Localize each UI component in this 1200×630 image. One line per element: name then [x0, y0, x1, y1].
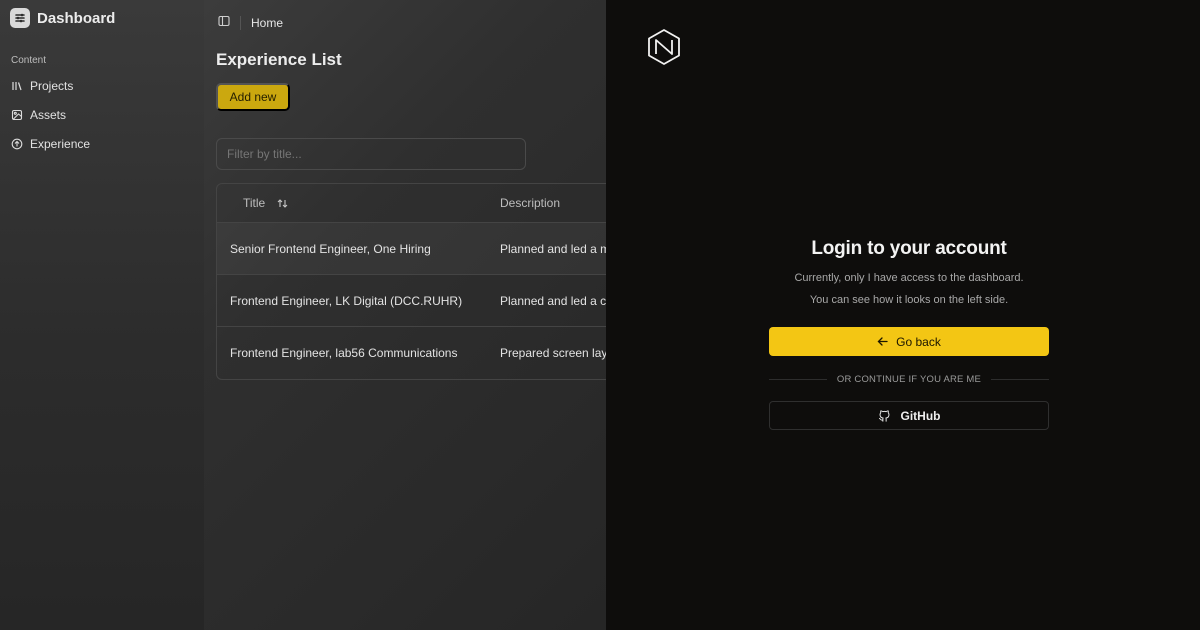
topbar: Home: [218, 14, 283, 32]
sidebar-section-label: Content: [11, 55, 47, 66]
login-panel: Login to your account Currently, only I …: [606, 0, 1200, 630]
brand-title: Dashboard: [37, 9, 116, 27]
brand[interactable]: Dashboard: [10, 8, 115, 28]
sort-arrows-icon: [277, 198, 288, 208]
breadcrumb[interactable]: Home: [251, 16, 283, 30]
cell-title: Frontend Engineer, LK Digital (DCC.RUHR): [230, 293, 463, 308]
sidebar-item-label: Assets: [30, 108, 67, 122]
github-icon: [878, 410, 889, 422]
go-back-label: Go back: [896, 334, 941, 349]
dashboard-icon: [10, 8, 30, 28]
divider-text: OR CONTINUE IF YOU ARE ME: [836, 374, 982, 385]
add-new-button[interactable]: Add new: [216, 83, 290, 111]
table-row[interactable]: Senior Frontend Engineer, One Hiring Pla…: [217, 223, 606, 275]
hexagon-logo-icon: [648, 29, 680, 65]
library-icon: [12, 82, 22, 91]
table-row[interactable]: Frontend Engineer, lab56 Communications …: [217, 327, 606, 379]
filter-input[interactable]: [216, 138, 526, 170]
login-subtitle: Currently, only I have access to the das…: [769, 267, 1049, 311]
arrow-left-icon: [877, 337, 888, 346]
table-header: Title Description: [217, 184, 606, 223]
sidebar-item-experience[interactable]: Experience: [11, 137, 90, 151]
sidebar-item-projects[interactable]: Projects: [11, 79, 73, 93]
divider-line: [769, 379, 827, 380]
cell-title: Frontend Engineer, lab56 Communications: [230, 346, 458, 360]
panel-left-icon[interactable]: [218, 14, 230, 32]
github-login-button[interactable]: GitHub: [769, 401, 1049, 430]
login-title: Login to your account: [811, 238, 1007, 259]
image-icon: [11, 109, 23, 121]
topbar-separator: [240, 16, 241, 30]
login-card: Login to your account Currently, only I …: [769, 238, 1049, 430]
cell-title: Senior Frontend Engineer, One Hiring: [230, 241, 431, 256]
go-back-button[interactable]: Go back: [769, 327, 1049, 356]
main-content: Home Experience List Add new Title Descr…: [204, 0, 606, 630]
page-title: Experience List: [216, 50, 342, 69]
cell-description: Planned and led a m: [500, 241, 606, 256]
sidebar-item-label: Projects: [30, 79, 74, 93]
column-title[interactable]: Title: [217, 196, 500, 210]
login-subtitle-line2: You can see how it looks on the left sid…: [809, 294, 1009, 306]
dashboard-preview: Dashboard Content Projects Assets Experi…: [0, 0, 606, 630]
cell-description: Planned and led a c: [500, 293, 606, 308]
sidebar-item-assets[interactable]: Assets: [11, 108, 66, 122]
experience-table: Title Description Senior Frontend Engine…: [216, 183, 606, 380]
column-description: Description: [500, 196, 561, 210]
cell-description: Prepared screen lay: [500, 346, 606, 360]
column-title-label: Title: [243, 196, 266, 210]
login-subtitle-line1: Currently, only I have access to the das…: [794, 272, 1024, 284]
arrow-up-circle-icon: [11, 138, 23, 150]
sidebar-item-label: Experience: [30, 137, 91, 151]
table-row[interactable]: Frontend Engineer, LK Digital (DCC.RUHR)…: [217, 275, 606, 327]
sidebar: Dashboard Content Projects Assets Experi…: [0, 0, 204, 630]
github-label: GitHub: [900, 408, 941, 423]
divider-line: [991, 379, 1049, 380]
divider: OR CONTINUE IF YOU ARE ME: [769, 374, 1049, 385]
